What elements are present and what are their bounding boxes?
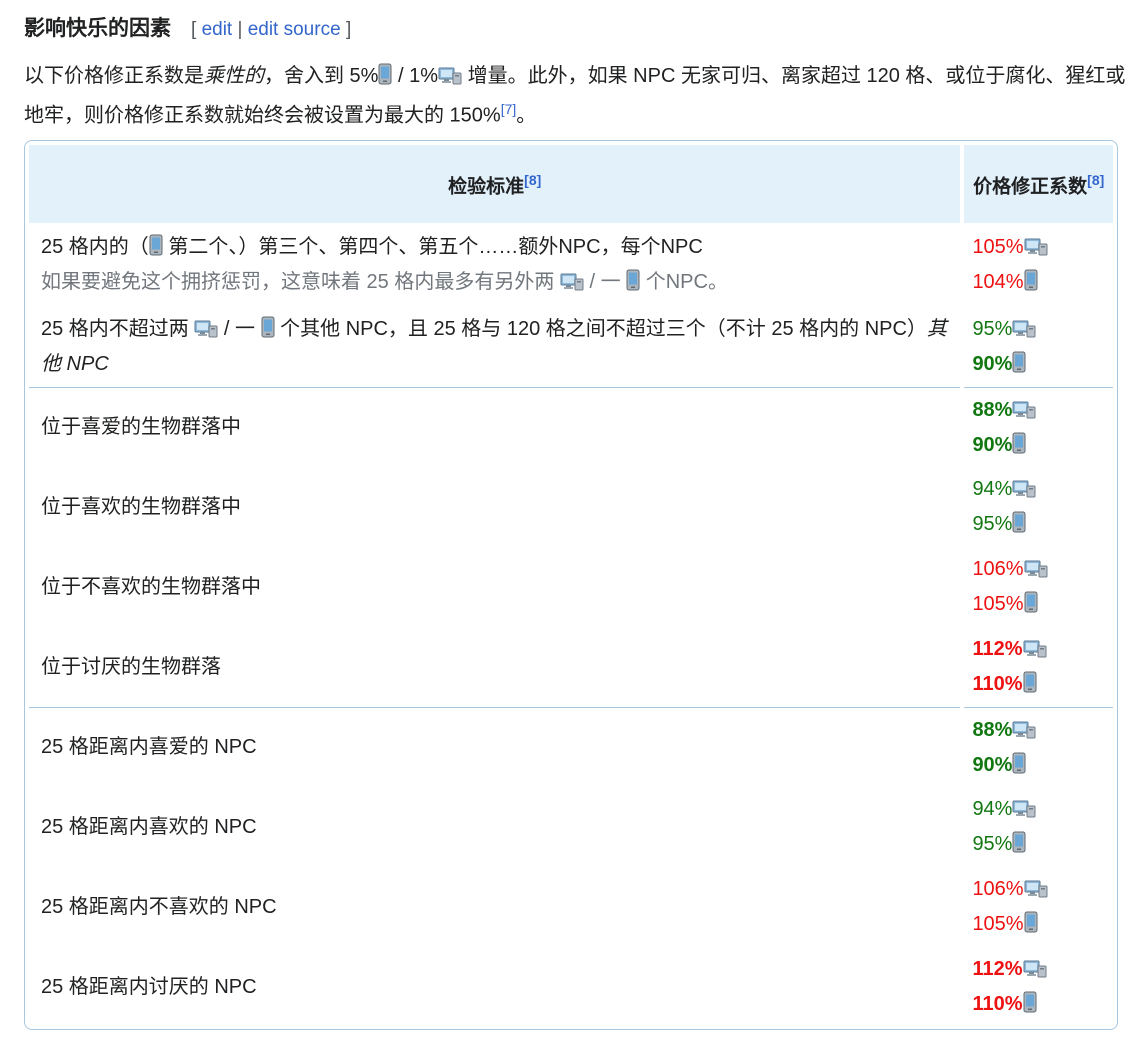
modifier-desktop: 88% [972,393,1109,428]
desktop-version-icon [560,273,584,291]
multiplicative-term: 乘性的 [204,65,264,87]
modifier-desktop: 94% [972,792,1109,827]
criterion-cell: 位于喜爱的生物群落中 [29,387,961,467]
mobile-version-icon [1012,752,1026,774]
desktop-version-icon [1023,640,1047,658]
modifier-desktop: 112% [972,632,1109,667]
mobile-version-icon [378,63,392,85]
mobile-version-icon [1012,831,1026,853]
modifier-cell: 105% 104% [964,223,1113,307]
modifier-cell: 112% 110% [964,627,1113,707]
mobile-version-icon [149,234,163,256]
mobile-version-icon [1012,351,1026,373]
modifier-desktop: 106% [972,872,1109,907]
mobile-version-icon [1024,591,1038,613]
modifier-desktop: 105% [972,230,1109,265]
criterion-cell: 位于讨厌的生物群落 [41,655,221,678]
desktop-version-icon [438,67,462,85]
modifier-cell: 94% 95% [964,467,1113,547]
modifier-cell: 94% 95% [964,787,1113,867]
section-heading: 影响快乐的因素 [ edit | edit source ] [24,12,351,42]
modifier-mobile: 90% [972,748,1109,783]
desktop-version-icon [1024,880,1048,898]
criterion-cell: 25 格内的（ 第二个、）第三个、第四个、第五个……额外NPC，每个NPC 如果… [29,223,960,307]
header-modifier: 价格修正系数[8] [964,145,1113,223]
table-row: 位于喜欢的生物群落中 94% 95% [29,467,1113,547]
table-row: 25 格距离内不喜欢的 NPC 106% 105% [29,867,1113,947]
modifier-mobile: 90% [972,347,1109,382]
modifier-mobile: 105% [972,587,1109,622]
criterion-cell: 25 格距离内不喜欢的 NPC [41,895,277,918]
modifier-mobile: 95% [972,827,1109,862]
modifier-desktop: 95% [972,312,1109,347]
mobile-version-icon [1012,432,1026,454]
modifier-mobile: 110% [972,667,1109,702]
modifier-mobile: 95% [972,507,1109,542]
desktop-version-icon [1012,800,1036,818]
edit-section-links: [ edit | edit source ] [191,19,352,40]
modifier-cell: 88% 90% [964,707,1113,787]
section-title: 影响快乐的因素 [24,17,171,40]
criterion-cell: 25 格距离内喜爱的 NPC [29,707,961,787]
desktop-version-icon [1024,560,1048,578]
table-row: 25 格距离内喜爱的 NPC 88% 90% [29,707,1113,787]
table-row: 位于不喜欢的生物群落中 106% 105% [29,547,1113,627]
modifier-cell: 88% 90% [964,387,1113,467]
intro-paragraph: 以下价格修正系数是乘性的，舍入到 5% / 1% 增量。此外，如果 NPC 无家… [24,63,1126,127]
criterion-cell: 25 格内不超过两 / 一 个其他 NPC，且 25 格与 120 格之间不超过… [41,316,947,375]
table-row: 25 格内的（ 第二个、）第三个、第四个、第五个……额外NPC，每个NPC 如果… [29,223,1113,307]
desktop-version-icon [1012,320,1036,338]
crowding-note: 如果要避免这个拥挤惩罚，这意味着 25 格内最多有另外两 / 一 个NPC。 [41,269,728,293]
criterion-cell: 位于喜欢的生物群落中 [41,495,241,518]
desktop-version-icon [1012,480,1036,498]
modifier-mobile: 104% [972,265,1109,300]
criterion-cell: 25 格距离内讨厌的 NPC [41,975,257,998]
table-row: 25 格内不超过两 / 一 个其他 NPC，且 25 格与 120 格之间不超过… [29,307,1113,387]
desktop-version-icon [194,320,218,338]
desktop-version-icon [1012,721,1036,739]
table-row: 位于喜爱的生物群落中 88% 90% [29,387,1113,467]
mobile-version-icon [1024,911,1038,933]
desktop-version-icon [1023,960,1047,978]
mobile-version-icon [1024,269,1038,291]
modifier-mobile: 105% [972,907,1109,942]
modifier-cell: 112% 110% [964,947,1113,1027]
criterion-cell: 位于不喜欢的生物群落中 [41,575,261,598]
desktop-version-icon [1024,238,1048,256]
modifier-cell: 106% 105% [964,867,1113,947]
modifier-cell: 106% 105% [964,547,1113,627]
mobile-version-icon [1023,671,1037,693]
mobile-version-icon [1012,511,1026,533]
mobile-version-icon [1023,991,1037,1013]
modifier-desktop: 112% [972,952,1109,987]
modifier-mobile: 90% [972,428,1109,463]
modifier-mobile: 110% [972,987,1109,1022]
happiness-factors-table: 检验标准[8] 价格修正系数[8] 25 格内的（ 第二个、）第三个、第四个、第… [24,140,1118,1030]
reference-link[interactable]: [7] [501,101,517,117]
edit-source-link[interactable]: edit source [248,19,341,40]
desktop-version-icon [1012,401,1036,419]
modifier-cell: 95% 90% [964,307,1113,387]
reference-link[interactable]: [8] [1087,172,1104,188]
criterion-cell: 25 格距离内喜欢的 NPC [41,815,257,838]
mobile-version-icon [626,269,640,291]
modifier-desktop: 88% [972,713,1109,748]
table-row: 25 格距离内喜欢的 NPC 94% 95% [29,787,1113,867]
modifier-desktop: 94% [972,472,1109,507]
reference-link[interactable]: [8] [524,172,541,188]
mobile-version-icon [261,316,275,338]
modifier-desktop: 106% [972,552,1109,587]
edit-link[interactable]: edit [202,19,233,40]
header-criterion: 检验标准[8] [29,145,961,223]
table-row: 位于讨厌的生物群落 112% 110% [29,627,1113,707]
table-row: 25 格距离内讨厌的 NPC 112% 110% [29,947,1113,1027]
